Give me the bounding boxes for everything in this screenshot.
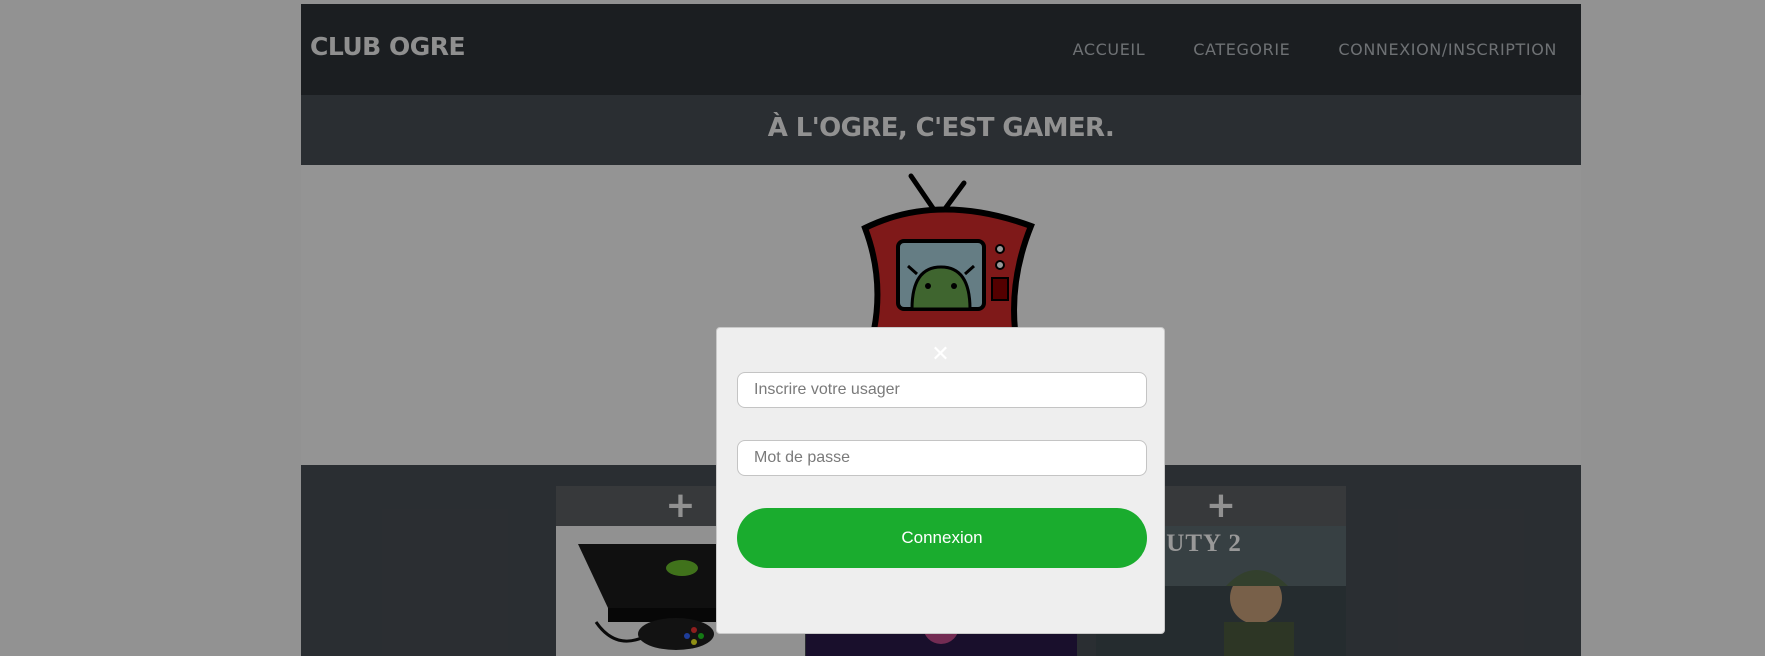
login-modal: ✕ Connexion [716,327,1165,634]
close-icon[interactable]: ✕ [717,344,1164,366]
login-button[interactable]: Connexion [737,508,1147,568]
username-input[interactable] [737,372,1147,408]
password-input[interactable] [737,440,1147,476]
